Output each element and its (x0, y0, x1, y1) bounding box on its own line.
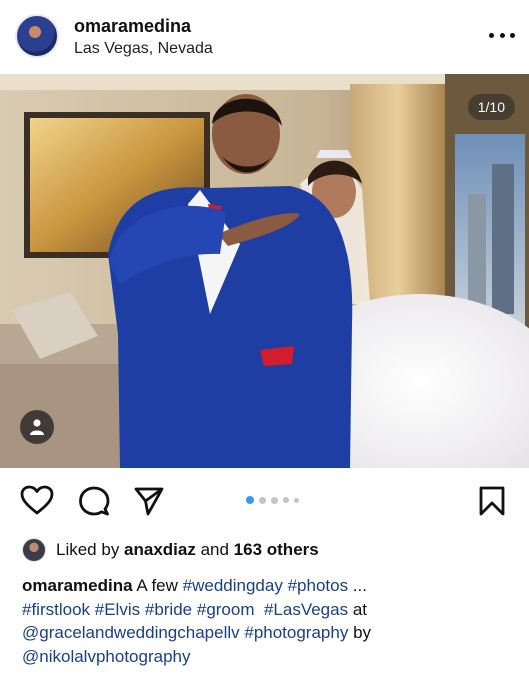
comment-icon (79, 486, 110, 516)
caption-text: A few (132, 576, 183, 595)
hashtag-lasvegas[interactable]: #LasVegas (264, 600, 348, 619)
hashtag-photography[interactable]: #photography (244, 623, 348, 642)
post-header: omaramedina Las Vegas, Nevada (0, 0, 529, 74)
bookmark-icon (479, 486, 505, 516)
caption-by: by (348, 623, 372, 642)
caption-line-2: #firstlook #Elvis #bride #groom #LasVega… (22, 598, 522, 622)
more-icon-dot (510, 32, 515, 38)
caption-line-1: omaramedina A few #weddingday #photos ..… (22, 574, 522, 598)
action-bar (0, 468, 529, 532)
hashtag-weddingday[interactable]: #weddingday (183, 576, 283, 595)
photo-counter: 1/10 (467, 94, 515, 120)
hashtag-photos[interactable]: #photos (288, 576, 349, 595)
comment-button[interactable] (78, 485, 110, 522)
likes-and: and (195, 540, 234, 559)
liker-avatar[interactable] (22, 538, 46, 562)
wedding-photo-illustration (0, 74, 529, 468)
likes-count[interactable]: 163 others (234, 540, 319, 560)
carousel-indicator (246, 496, 299, 504)
post-caption: omaramedina A few #weddingday #photos ..… (22, 574, 522, 668)
like-button[interactable] (20, 485, 54, 520)
more-options-button[interactable] (489, 28, 515, 42)
heart-icon (20, 485, 54, 515)
caption-line-3: @gracelandweddingchapellv #photography b… (22, 621, 522, 645)
user-tag-icon (30, 419, 44, 435)
hashtag-bride[interactable]: #bride (145, 600, 192, 619)
carousel-dot (271, 496, 278, 504)
caption-ellipsis[interactable]: ... (348, 576, 367, 595)
share-button[interactable] (133, 485, 165, 522)
post-username[interactable]: omaramedina (74, 16, 191, 37)
carousel-dot-active (246, 496, 254, 504)
caption-username[interactable]: omaramedina (22, 576, 133, 595)
avatar[interactable] (15, 14, 59, 58)
more-icon-dot (499, 32, 505, 38)
carousel-dot (283, 497, 289, 503)
more-icon (489, 32, 494, 38)
caption-at: at (348, 599, 367, 619)
mention-photographer[interactable]: @nikolalvphotography (22, 647, 190, 666)
liker-username[interactable]: anaxdiaz (124, 540, 196, 560)
save-button[interactable] (478, 485, 506, 522)
carousel-dot (259, 496, 266, 504)
hashtag-elvis[interactable]: #Elvis (95, 600, 140, 619)
hashtag-firstlook[interactable]: #firstlook (22, 600, 90, 619)
caption-line-4: @nikolalvphotography (22, 645, 522, 669)
post-location[interactable]: Las Vegas, Nevada (74, 40, 213, 58)
likes-prefix: Liked by (56, 540, 125, 559)
tag-button[interactable] (20, 410, 54, 444)
carousel-dot (294, 497, 299, 503)
mention-chapel[interactable]: @gracelandweddingchapellv (22, 623, 240, 642)
likes-summary[interactable]: Liked by anaxdiaz and 163 others (22, 536, 319, 564)
send-icon (134, 487, 164, 516)
hashtag-groom[interactable]: #groom (197, 600, 255, 619)
post-photo[interactable]: 1/10 (0, 74, 529, 468)
